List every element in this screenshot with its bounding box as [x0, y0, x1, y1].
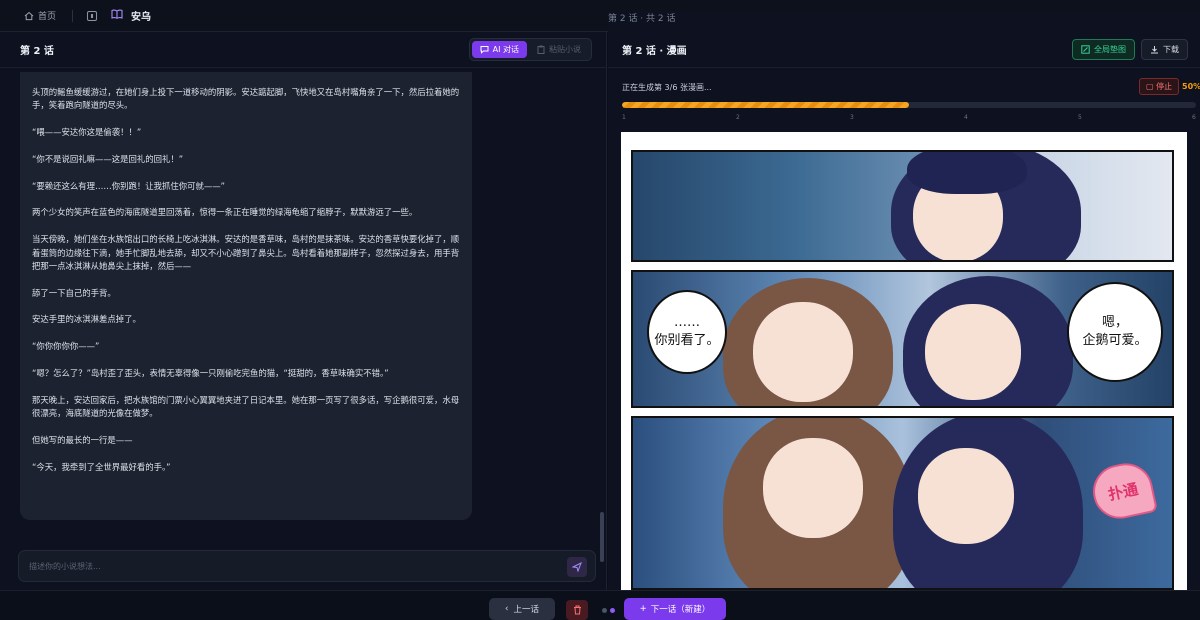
home-icon [24, 11, 34, 20]
comic-panel-3[interactable]: 扑通 [631, 416, 1174, 590]
sfx-text: 扑通 [1106, 479, 1140, 504]
progress-step-2: 2 [736, 114, 740, 121]
chapter-title: 第 2 话 [20, 46, 54, 57]
progress-bar [622, 102, 1196, 108]
chat-scrollbar[interactable] [600, 512, 604, 562]
bubble-text: 企鹅可爱。 [1082, 333, 1148, 348]
speech-bubble-left: …… 你别看了。 [647, 290, 727, 374]
comic-panel-2[interactable]: …… 你别看了。 嗯， 企鹅可爱。 [631, 270, 1174, 408]
bubble-text: 嗯， [1101, 315, 1128, 330]
home-link[interactable]: 首页 [24, 9, 56, 22]
chapter-dot-2[interactable] [610, 608, 615, 613]
progress-step-3: 3 [850, 114, 854, 121]
message-paragraph: “嗯？怎么了？”岛村歪了歪头，表情无辜得像一只刚偷吃完鱼的猫，“挺甜的，香草味确… [32, 368, 389, 379]
message-paragraph: 安达手里的冰淇淋差点掉了。 [32, 314, 141, 325]
home-label: 首页 [38, 12, 57, 22]
prompt-placeholder: 描述你的小说想法... [29, 561, 101, 571]
progress-bar-fill [622, 102, 909, 108]
ai-message: 头顶的鳐鱼缓缓游过，在她们身上投下一道移动的阴影。安达踮起脚，飞快地又在岛村嘴角… [20, 72, 472, 520]
previous-chapter-label: 上一话 [513, 605, 539, 615]
send-icon [572, 562, 582, 572]
speech-bubble-right: 嗯， 企鹅可爱。 [1067, 282, 1163, 382]
sidebar-toggle-icon[interactable] [87, 10, 98, 21]
heartbeat-sfx: 扑通 [1088, 458, 1158, 524]
clipboard-icon [537, 45, 545, 54]
message-paragraph: 那天晚上，安达回家后，把水族馆的门票小心翼翼地夹进了日记本里。她在那一页写了很多… [32, 394, 460, 419]
global-reference-button[interactable]: 全局垫图 [1072, 39, 1135, 60]
message-paragraph: “你不是说回礼嘛——这是回礼的回礼！” [32, 153, 184, 164]
project-title: 安乌 [131, 12, 152, 23]
generation-progress: 正在生成第 3/6 张漫画... ▢ 停止 50% 1 2 3 4 5 6 [608, 68, 1200, 132]
progress-step-1: 1 [622, 114, 626, 121]
prompt-input[interactable]: 描述你的小说想法... [18, 550, 596, 582]
progress-step-5: 5 [1078, 114, 1082, 121]
mode-switch: AI 对话 粘贴小说 [468, 38, 592, 61]
download-label: 下载 [1163, 45, 1179, 54]
trash-icon [573, 605, 581, 615]
top-bar: 首页 安乌 第 2 话 · 共 2 话 [0, 0, 1200, 569]
chevron-left-icon: ‹ [505, 604, 509, 614]
message-paragraph: “喂——安达你这是偷袭！！” [32, 127, 142, 138]
edit-image-icon [1081, 45, 1090, 54]
download-icon [1151, 46, 1158, 54]
next-chapter-label: 下一话（新建） [650, 605, 711, 615]
message-paragraph: 但她写的最长的一行是—— [32, 434, 133, 445]
tab-paste-novel-label: 粘贴小说 [549, 45, 581, 54]
tab-ai-chat[interactable]: AI 对话 [471, 41, 527, 58]
comic-panel-header: 第 2 话 · 漫画 全局垫图 下载 [608, 32, 1200, 68]
download-button[interactable]: 下载 [1141, 39, 1188, 60]
delete-chapter-button[interactable] [566, 600, 588, 620]
tab-ai-chat-label: AI 对话 [492, 45, 519, 54]
progress-step-6: 6 [1192, 114, 1196, 121]
bubble-text: …… [674, 315, 700, 330]
tab-paste-novel[interactable]: 粘贴小说 [529, 41, 589, 58]
message-paragraph: “要赖还这么有理……你别跑！让我抓住你可就——” [32, 180, 225, 191]
next-chapter-button[interactable]: + 下一话（新建） [624, 598, 726, 620]
plus-icon: + [639, 604, 647, 614]
message-paragraph: “今天，我牵到了全世界最好看的手。” [32, 461, 171, 472]
comic-panel-1[interactable] [631, 150, 1174, 262]
comic-title: 第 2 话 · 漫画 [622, 46, 687, 57]
message-paragraph: 舔了一下自己的手背。 [32, 287, 116, 298]
progress-percent: 50% [1182, 82, 1200, 91]
novel-panel: 第 2 话 AI 对话 粘贴小说 头顶的鳐鱼缓缓游过，在她们身上投下一道移动的阴… [0, 32, 607, 590]
stop-icon: ▢ [1146, 82, 1154, 91]
message-paragraph: 当天傍晚，她们坐在水族馆出口的长椅上吃冰淇淋。安达的是香草味，岛村的是抹茶味。安… [32, 234, 460, 271]
send-button[interactable] [567, 557, 587, 577]
progress-steps: 1 2 3 4 5 6 [622, 114, 1196, 124]
bubble-text: 你别看了。 [654, 333, 720, 348]
message-paragraph: 头顶的鳐鱼缓缓游过，在她们身上投下一道移动的阴影。安达踮起脚，飞快地又在岛村嘴角… [32, 87, 460, 111]
stop-label: 停止 [1156, 82, 1173, 91]
chat-icon [480, 46, 489, 54]
stop-button[interactable]: ▢ 停止 [1139, 78, 1180, 95]
comic-panel: 第 2 话 · 漫画 全局垫图 下载 正在生成第 3/6 张漫画... ▢ 停止… [608, 32, 1200, 590]
progress-step-4: 4 [964, 114, 968, 121]
divider [72, 9, 74, 22]
novel-panel-header: 第 2 话 AI 对话 粘贴小说 [0, 32, 606, 68]
chapter-dot-1[interactable] [602, 608, 607, 613]
comic-page: …… 你别看了。 嗯， 企鹅可爱。 扑通 [621, 132, 1187, 590]
chapter-navigation: ‹ 上一话 + 下一话（新建） [0, 590, 1200, 620]
progress-text: 正在生成第 3/6 张漫画... [622, 83, 712, 92]
message-paragraph: “你你你你你——” [32, 341, 100, 352]
global-reference-label: 全局垫图 [1094, 45, 1126, 54]
book-icon [111, 9, 123, 22]
previous-chapter-button[interactable]: ‹ 上一话 [489, 598, 555, 620]
message-paragraph: 两个少女的笑声在蓝色的海底隧道里回荡着，惊得一条正在睡觉的绿海龟缩了缩脖子，默默… [32, 207, 418, 218]
